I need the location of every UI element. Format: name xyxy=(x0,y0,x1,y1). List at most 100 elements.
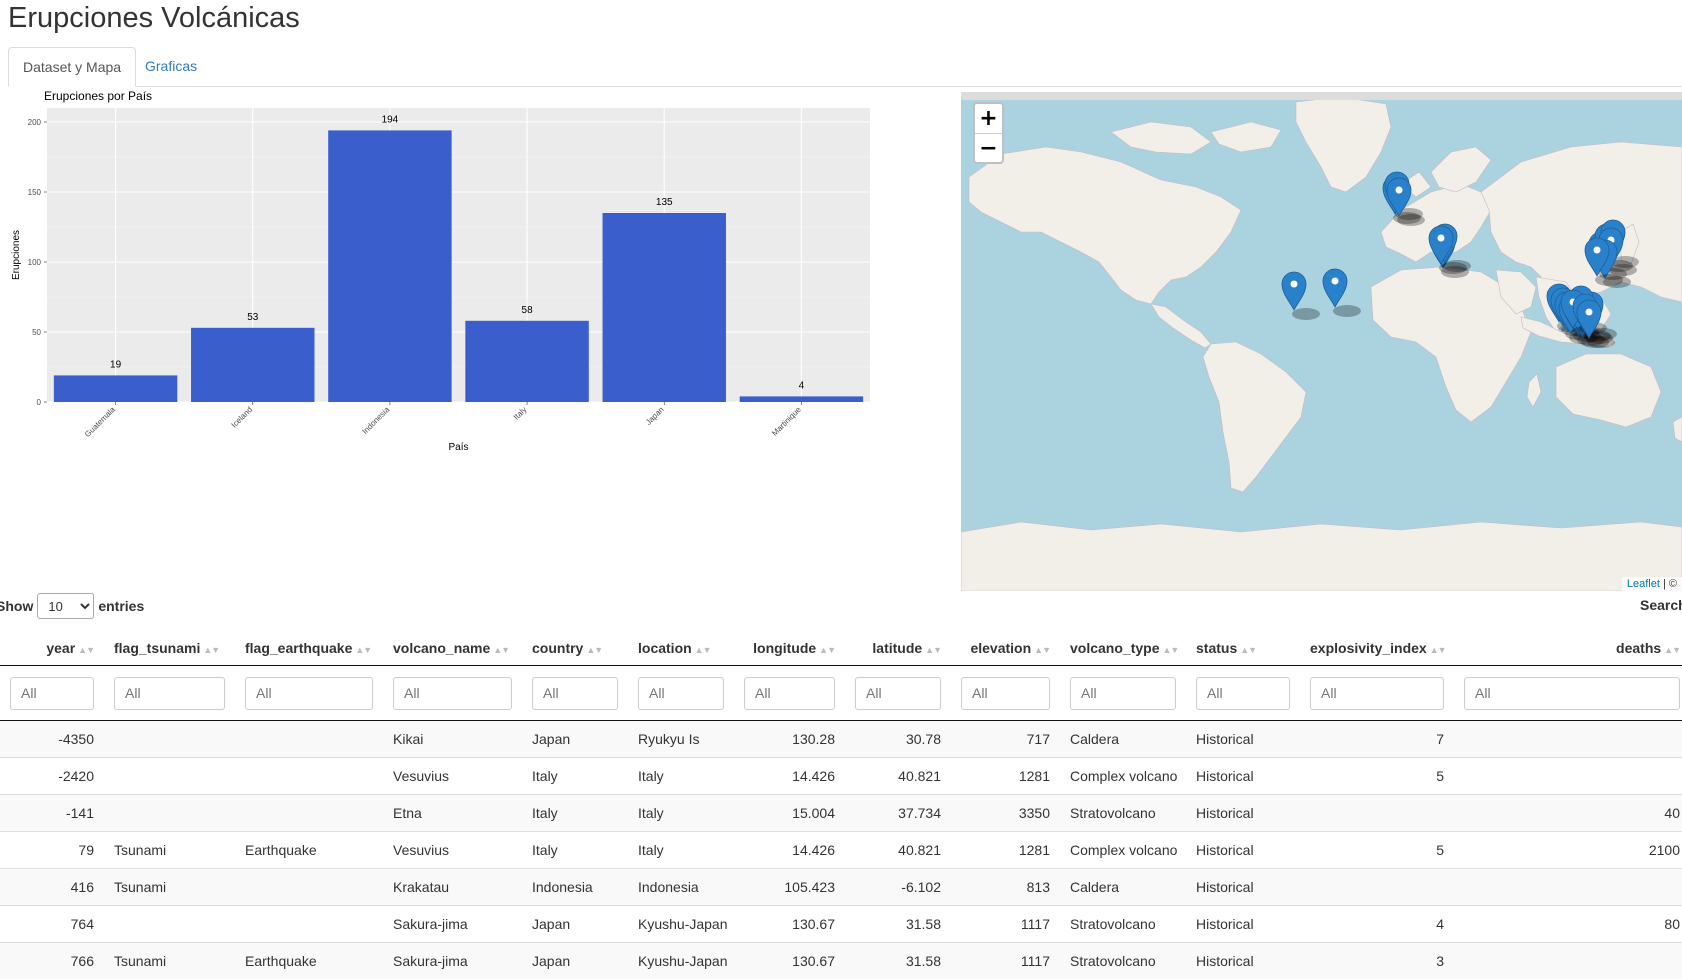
y-tick-label: 100 xyxy=(28,258,42,267)
column-header-year[interactable]: year▲▼ xyxy=(0,631,104,666)
sort-arrows-icon[interactable]: ▲▼ xyxy=(1034,645,1050,655)
column-header-flag-earthquake[interactable]: flag_earthquake▲▼ xyxy=(235,631,383,666)
tab-bar: Dataset y Mapa Graficas xyxy=(8,47,1682,87)
table-cell-volcano-type: Stratovolcano xyxy=(1060,795,1186,832)
table-cell-volcano-name: Sakura-jima xyxy=(383,906,522,943)
sort-arrows-icon[interactable]: ▲▼ xyxy=(586,645,602,655)
column-header-label: volcano_name xyxy=(393,640,490,656)
sort-arrows-icon[interactable]: ▲▼ xyxy=(819,645,835,655)
app-title: Erupciones Volcánicas xyxy=(8,2,300,35)
table-cell-elevation: 813 xyxy=(951,869,1060,906)
filter-input-volcano-name[interactable] xyxy=(393,677,512,710)
table-cell-explosivity-index: 4 xyxy=(1300,906,1454,943)
table-cell-deaths: 2100 xyxy=(1454,832,1682,869)
table-cell-volcano-type: Complex volcano xyxy=(1060,832,1186,869)
column-header-longitude[interactable]: longitude▲▼ xyxy=(734,631,845,666)
table-row[interactable]: -2420VesuviusItalyItaly14.42640.8211281C… xyxy=(0,758,1682,795)
filter-input-location[interactable] xyxy=(638,677,724,710)
filter-input-explosivity-index[interactable] xyxy=(1310,677,1444,710)
filter-input-latitude[interactable] xyxy=(855,677,941,710)
tab-graficas[interactable]: Graficas xyxy=(131,47,211,86)
bar-chart-svg: Erupciones por País05010015020019Guatema… xyxy=(0,86,890,466)
table-cell-explosivity-index: 5 xyxy=(1300,758,1454,795)
column-header-location[interactable]: location▲▼ xyxy=(628,631,734,666)
table-cell-volcano-name: Vesuvius xyxy=(383,832,522,869)
sort-arrows-icon[interactable]: ▲▼ xyxy=(78,645,94,655)
table-cell-status: Historical xyxy=(1186,795,1300,832)
table-cell-latitude: 40.821 xyxy=(845,758,951,795)
show-label: Show xyxy=(0,598,33,614)
leaflet-map[interactable]: + − Leaflet | © xyxy=(961,92,1682,591)
table-cell-flag-earthquake xyxy=(235,721,383,758)
table-row[interactable]: -4350KikaiJapanRyukyu Is130.2830.78717Ca… xyxy=(0,721,1682,758)
table-row[interactable]: 764Sakura-jimaJapanKyushu-Japan130.6731.… xyxy=(0,906,1682,943)
sort-arrows-icon[interactable]: ▲▼ xyxy=(695,645,711,655)
column-header-volcano-name[interactable]: volcano_name▲▼ xyxy=(383,631,522,666)
zoom-in-button[interactable]: + xyxy=(975,104,1002,133)
column-header-elevation[interactable]: elevation▲▼ xyxy=(951,631,1060,666)
filter-input-flag-tsunami[interactable] xyxy=(114,677,225,710)
y-tick-label: 0 xyxy=(37,398,42,407)
table-cell-elevation: 717 xyxy=(951,721,1060,758)
table-cell-longitude: 15.004 xyxy=(734,795,845,832)
page-length-control: Show 10 entries xyxy=(0,593,144,619)
column-header-latitude[interactable]: latitude▲▼ xyxy=(845,631,951,666)
column-header-flag-tsunami[interactable]: flag_tsunami▲▼ xyxy=(104,631,235,666)
column-header-volcano-type[interactable]: volcano_type▲▼ xyxy=(1060,631,1186,666)
sort-arrows-icon[interactable]: ▲▼ xyxy=(1162,645,1178,655)
sort-arrows-icon[interactable]: ▲▼ xyxy=(1430,645,1446,655)
filter-input-deaths[interactable] xyxy=(1464,677,1680,710)
sort-arrows-icon[interactable]: ▲▼ xyxy=(493,645,509,655)
table-cell-flag-earthquake xyxy=(235,758,383,795)
table-cell-deaths xyxy=(1454,869,1682,906)
table-cell-explosivity-index: 7 xyxy=(1300,721,1454,758)
table-cell-location: Italy xyxy=(628,795,734,832)
filter-input-year[interactable] xyxy=(10,677,94,710)
column-header-explosivity-index[interactable]: explosivity_index▲▼ xyxy=(1300,631,1454,666)
zoom-out-button[interactable]: − xyxy=(975,133,1002,163)
filter-input-volcano-type[interactable] xyxy=(1070,677,1176,710)
table-cell-latitude: 30.78 xyxy=(845,721,951,758)
table-cell-flag-earthquake: Earthquake xyxy=(235,832,383,869)
table-cell-country: Japan xyxy=(522,906,628,943)
table-cell-volcano-type: Complex volcano xyxy=(1060,758,1186,795)
bar-value-label: 19 xyxy=(110,359,122,370)
filter-input-flag-earthquake[interactable] xyxy=(245,677,373,710)
leaflet-link[interactable]: Leaflet xyxy=(1627,578,1660,590)
table-cell-volcano-name: Etna xyxy=(383,795,522,832)
x-tick-label: Italy xyxy=(512,405,529,422)
column-header-status[interactable]: status▲▼ xyxy=(1186,631,1300,666)
column-header-deaths[interactable]: deaths▲▼ xyxy=(1454,631,1682,666)
table-row[interactable]: -141EtnaItalyItaly15.00437.7343350Strato… xyxy=(0,795,1682,832)
filter-input-status[interactable] xyxy=(1196,677,1290,710)
attribution-text: | © xyxy=(1660,578,1677,590)
table-cell-longitude: 14.426 xyxy=(734,832,845,869)
table-cell-year: 766 xyxy=(0,943,104,979)
table-row[interactable]: 79TsunamiEarthquakeVesuviusItalyItaly14.… xyxy=(0,832,1682,869)
tab-dataset-y-mapa[interactable]: Dataset y Mapa xyxy=(8,47,136,87)
sort-arrows-icon[interactable]: ▲▼ xyxy=(1664,645,1680,655)
x-axis-title: País xyxy=(448,442,468,453)
table-cell-flag-tsunami: Tsunami xyxy=(104,869,235,906)
sort-arrows-icon[interactable]: ▲▼ xyxy=(203,645,219,655)
filter-input-elevation[interactable] xyxy=(961,677,1050,710)
table-cell-latitude: 31.58 xyxy=(845,943,951,979)
bar xyxy=(465,321,588,402)
page-length-select[interactable]: 10 xyxy=(37,593,94,619)
table-row[interactable]: 416TsunamiKrakatauIndonesiaIndonesia105.… xyxy=(0,869,1682,906)
column-header-label: longitude xyxy=(753,640,816,656)
filter-input-longitude[interactable] xyxy=(744,677,835,710)
sort-arrows-icon[interactable]: ▲▼ xyxy=(1240,645,1256,655)
table-cell-volcano-name: Sakura-jima xyxy=(383,943,522,979)
table-row[interactable]: 766TsunamiEarthquakeSakura-jimaJapanKyus… xyxy=(0,943,1682,979)
table-cell-year: 416 xyxy=(0,869,104,906)
table-cell-explosivity-index xyxy=(1300,795,1454,832)
table-body: -4350KikaiJapanRyukyu Is130.2830.78717Ca… xyxy=(0,721,1682,979)
filter-input-country[interactable] xyxy=(532,677,618,710)
column-header-country[interactable]: country▲▼ xyxy=(522,631,628,666)
table-cell-location: Ryukyu Is xyxy=(628,721,734,758)
sort-arrows-icon[interactable]: ▲▼ xyxy=(355,645,371,655)
column-header-label: latitude xyxy=(872,640,922,656)
y-tick-label: 200 xyxy=(28,118,42,127)
sort-arrows-icon[interactable]: ▲▼ xyxy=(925,645,941,655)
